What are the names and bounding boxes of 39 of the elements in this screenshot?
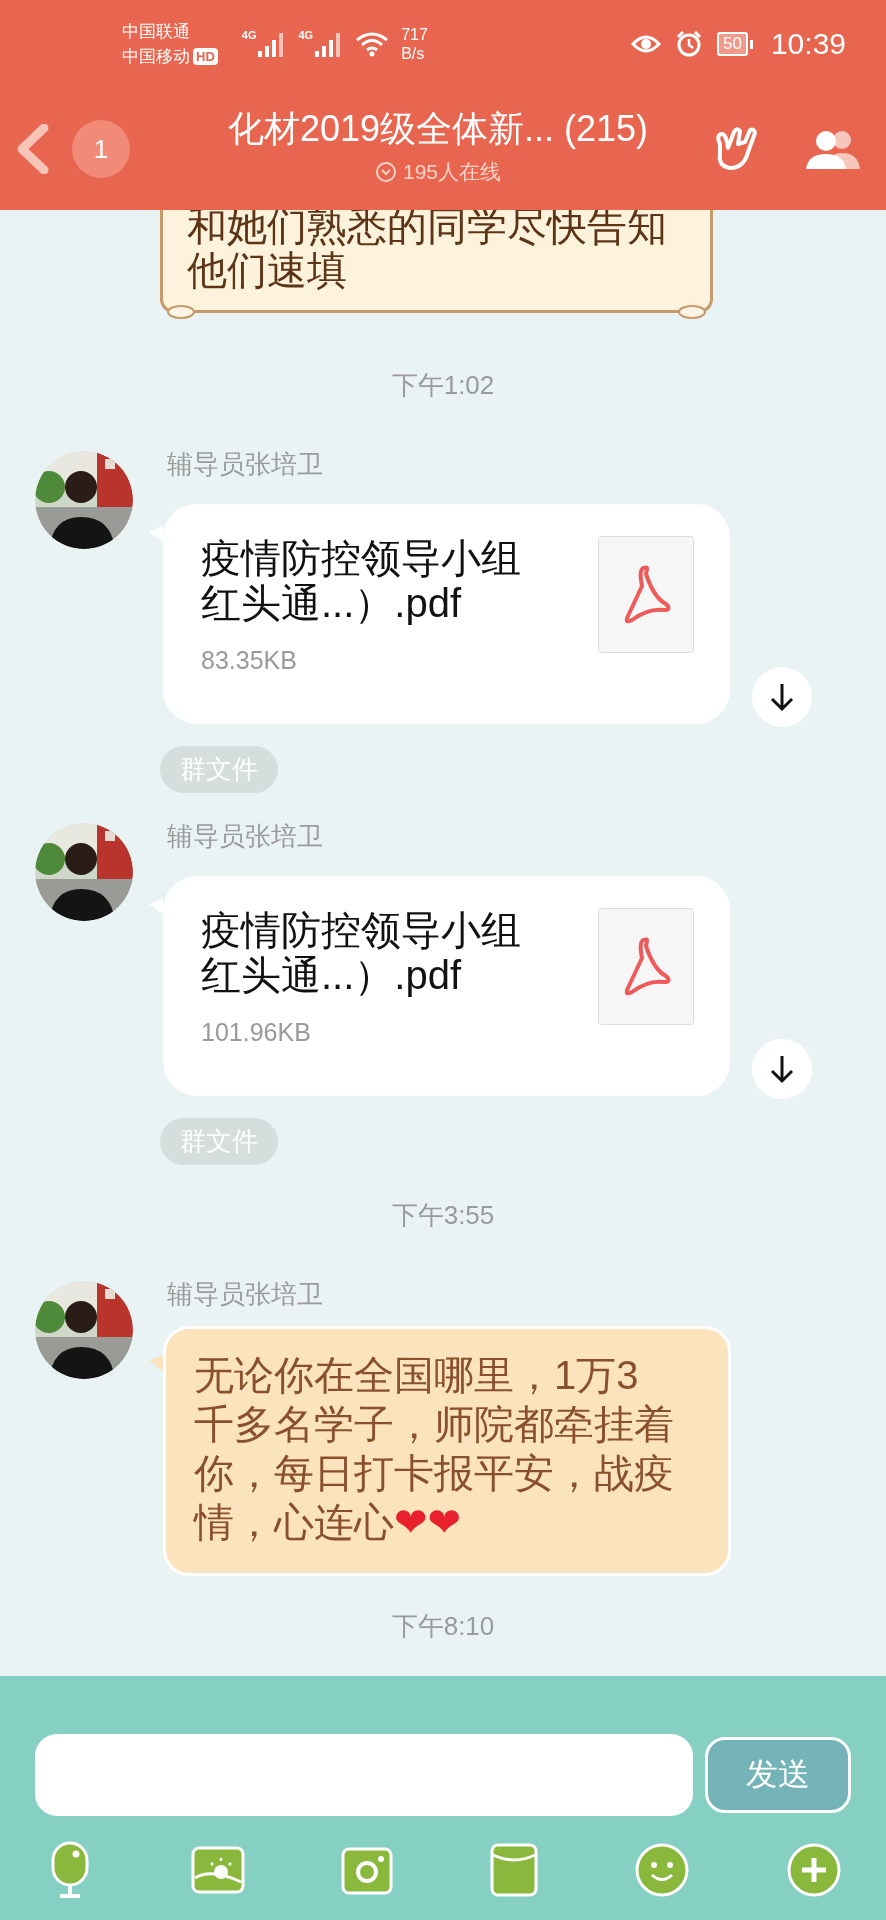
- message-input[interactable]: [35, 1734, 693, 1816]
- hd-badge: HD: [193, 48, 218, 65]
- online-count[interactable]: 195人在线: [402, 157, 501, 186]
- clock-time: 10:39: [770, 27, 846, 61]
- file-name: 疫情防控领导小组红头通...）.pdf: [201, 908, 522, 998]
- plus-icon[interactable]: [785, 1842, 842, 1898]
- pdf-file-icon: [598, 908, 694, 1025]
- carrier-name: 中国移动: [122, 46, 190, 68]
- send-button[interactable]: 发送: [705, 1737, 851, 1813]
- file-bubble[interactable]: 疫情防控领导小组红头通...）.pdf 101.96KB: [163, 876, 730, 1096]
- file-size: 101.96KB: [201, 1018, 312, 1047]
- download-arrow-icon: [769, 1054, 795, 1084]
- network-label: 4G: [298, 29, 314, 41]
- alarm-icon: [675, 30, 703, 58]
- file-name: 疫情防控领导小组红头通...）.pdf: [201, 536, 522, 626]
- file-bubble[interactable]: 疫情防控领导小组红头通...）.pdf 83.35KB: [163, 504, 730, 724]
- chat-title: 化材2019级全体新... (215): [227, 106, 649, 151]
- timestamp: 下午8:10: [391, 1609, 495, 1643]
- landscape-photo-icon[interactable]: [191, 1846, 246, 1894]
- smiley-icon[interactable]: [633, 1842, 690, 1898]
- file-size: 83.35KB: [201, 646, 298, 675]
- download-arrow-icon: [769, 682, 795, 712]
- envelope-icon[interactable]: [489, 1843, 538, 1897]
- message-text: 无论你在全国哪里，1万3千多名学子，师院都牵挂着你，每日打卡报平安，战疫情，心连心❤❤: [194, 1352, 675, 1547]
- wifi-icon: [355, 30, 390, 58]
- camera-icon[interactable]: [341, 1845, 394, 1895]
- battery-level: 50: [723, 34, 742, 54]
- pdf-file-icon: [598, 536, 694, 653]
- unread-badge: 1: [72, 120, 130, 178]
- speed-unit: B/s: [401, 44, 426, 63]
- sender-name: 辅导员张培卫: [167, 821, 323, 851]
- sender-name: 辅导员张培卫: [167, 449, 323, 479]
- speed-value: 717: [401, 25, 428, 44]
- network-label: 4G: [241, 29, 257, 41]
- timestamp: 下午1:02: [391, 368, 495, 402]
- carrier-name: 中国联通: [122, 21, 190, 43]
- timestamp: 下午3:55: [391, 1198, 495, 1232]
- sender-name: 辅导员张培卫: [167, 1279, 323, 1309]
- chevron-down-icon[interactable]: [374, 160, 397, 183]
